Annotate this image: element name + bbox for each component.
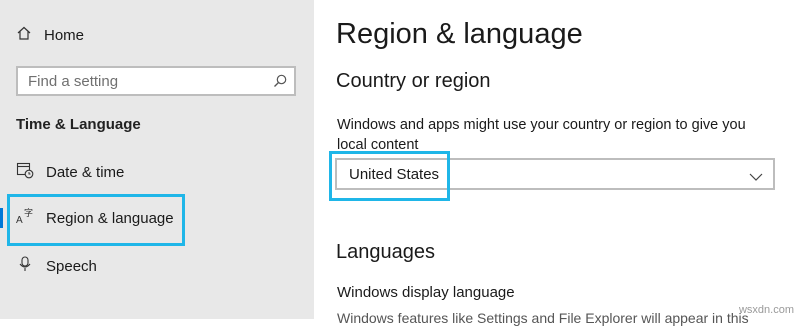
- sidebar-item-label: Date & time: [46, 163, 125, 181]
- chevron-down-icon[interactable]: [749, 169, 763, 187]
- display-language-label: Windows display language: [337, 284, 515, 301]
- sidebar-item-speech[interactable]: Speech: [16, 254, 97, 278]
- search-box[interactable]: [16, 66, 296, 96]
- country-description: Windows and apps might use your country …: [337, 117, 746, 153]
- microphone-icon: [16, 255, 34, 278]
- languages-heading: Languages: [336, 241, 435, 263]
- search-input[interactable]: [18, 68, 268, 94]
- sidebar-item-date-time[interactable]: Date & time: [16, 160, 124, 184]
- highlight-box: [329, 151, 450, 201]
- search-icon[interactable]: [272, 73, 288, 94]
- sidebar-item-home[interactable]: Home: [16, 24, 84, 46]
- display-language-description: Windows features like Settings and File …: [337, 310, 749, 326]
- country-heading: Country or region: [336, 70, 491, 92]
- highlight-box: [7, 194, 185, 246]
- sidebar-item-home-label: Home: [44, 26, 85, 44]
- main-content: Region & language Country or region Wind…: [314, 0, 800, 326]
- watermark: wsxdn.com: [738, 304, 794, 316]
- calendar-clock-icon: [16, 161, 34, 184]
- sidebar-item-label: Speech: [46, 257, 97, 275]
- sidebar: Home Time & Language Date & time A字 Regi…: [0, 0, 314, 319]
- selected-indicator: [0, 208, 3, 228]
- home-icon: [16, 25, 32, 46]
- section-title: Time & Language: [16, 116, 141, 133]
- page-title: Region & language: [336, 18, 583, 50]
